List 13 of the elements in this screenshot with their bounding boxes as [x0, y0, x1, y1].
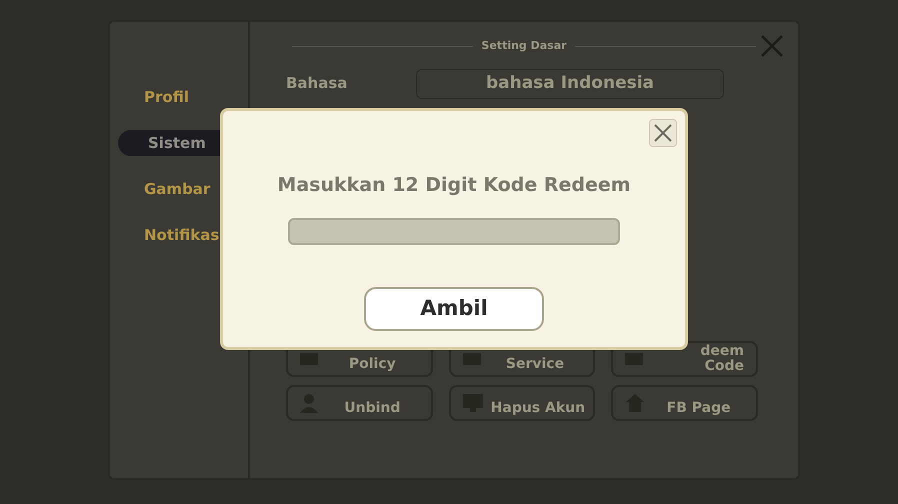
close-icon[interactable] — [760, 34, 784, 58]
option-button[interactable]: FB Page — [611, 384, 758, 420]
language-dropdown[interactable]: bahasa Indonesia — [416, 68, 724, 98]
dialog-title: Masukkan 12 Digit Kode Redeem — [277, 173, 631, 198]
option-button[interactable]: Unbind — [286, 384, 433, 420]
section-title: Setting Dasar — [481, 38, 567, 54]
option-button[interactable]: Hapus Akun — [448, 384, 596, 420]
language-label: Bahasa — [286, 73, 348, 94]
code-input-field[interactable] — [288, 218, 620, 244]
sidebar-tab[interactable]: Profil — [118, 84, 246, 110]
close-icon — [653, 123, 673, 143]
claim-button[interactable]: Ambil — [364, 286, 544, 330]
close-button[interactable] — [649, 119, 677, 147]
